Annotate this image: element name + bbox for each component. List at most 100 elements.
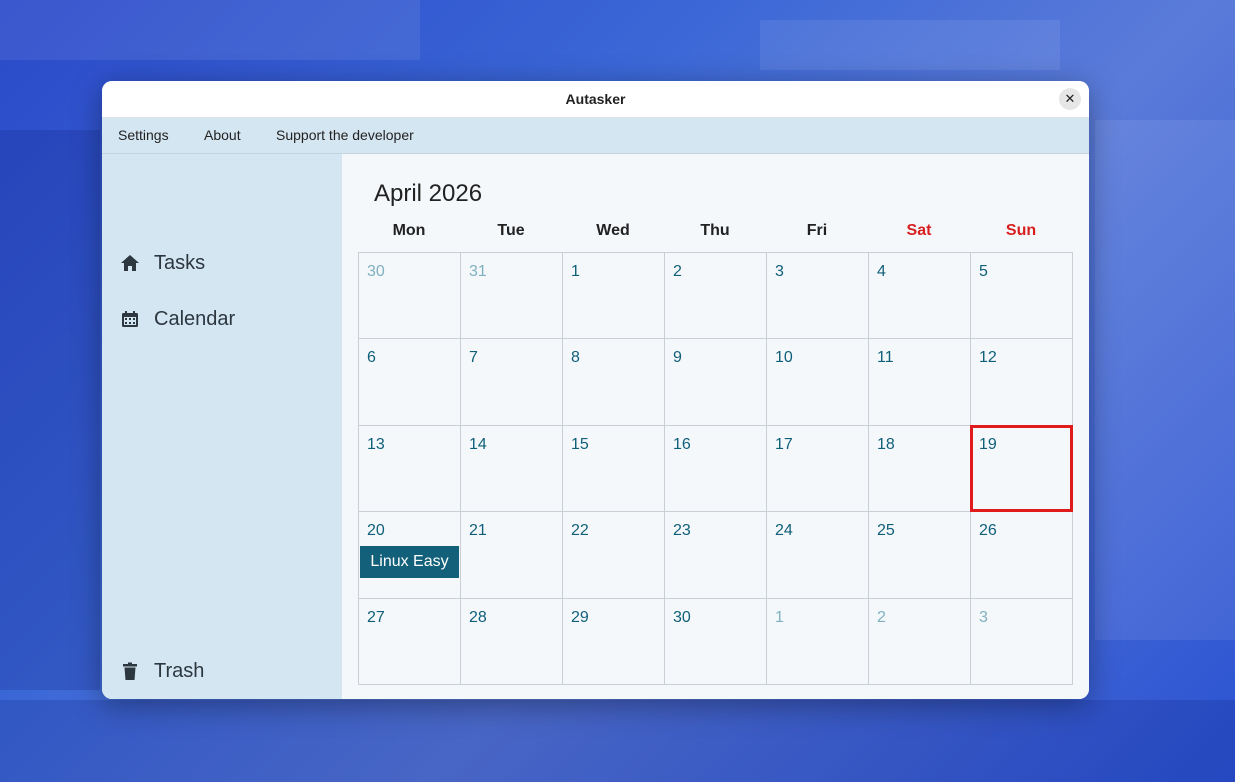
day-number: 2 bbox=[877, 608, 886, 626]
close-icon: ✕ bbox=[1064, 91, 1076, 106]
day-number: 25 bbox=[877, 522, 895, 540]
calendar-view: April 2026 Mon Tue Wed Thu Fri Sat Sun 30 31 1 2 3… bbox=[342, 154, 1089, 699]
calendar-day[interactable]: 25 bbox=[868, 511, 971, 599]
calendar-day[interactable]: 13 bbox=[358, 424, 461, 513]
task-event[interactable]: Linux Easy bbox=[360, 546, 459, 579]
day-number: 22 bbox=[571, 522, 589, 540]
calendar-day[interactable]: 6 bbox=[358, 338, 461, 426]
weekday-label: Tue bbox=[497, 222, 525, 239]
calendar-day[interactable]: 26 bbox=[970, 511, 1073, 599]
day-number: 31 bbox=[469, 263, 487, 280]
sidebar-item-calendar[interactable]: Calendar bbox=[120, 304, 235, 334]
sidebar-item-label: Calendar bbox=[154, 307, 236, 330]
day-number: 19 bbox=[979, 435, 997, 453]
day-number: 3 bbox=[979, 608, 988, 626]
calendar-day[interactable]: 10 bbox=[766, 338, 869, 426]
day-number: 21 bbox=[469, 522, 487, 540]
calendar-day[interactable]: 20 Linux Easy bbox=[358, 511, 461, 599]
sidebar-item-label: Tasks bbox=[154, 251, 206, 274]
weekday-label: Sun bbox=[1005, 222, 1037, 239]
day-number: 26 bbox=[979, 522, 997, 540]
day-number: 27 bbox=[367, 608, 385, 626]
calendar-day[interactable]: 16 bbox=[664, 424, 767, 513]
wallpaper-shape bbox=[0, 130, 100, 690]
day-number: 23 bbox=[673, 522, 691, 540]
sidebar-item-label: Trash bbox=[154, 659, 205, 682]
day-number: 13 bbox=[367, 435, 385, 453]
menu-settings[interactable]: Settings bbox=[118, 118, 169, 153]
day-number: 2 bbox=[673, 263, 682, 280]
wallpaper-shape bbox=[0, 700, 1235, 782]
calendar-day[interactable]: 23 bbox=[664, 511, 767, 599]
calendar-day[interactable]: 11 bbox=[868, 338, 971, 426]
window-title: Autasker bbox=[565, 91, 626, 107]
sidebar: Tasks Calendar Trash bbox=[102, 154, 342, 699]
menu-support-developer[interactable]: Support the developer bbox=[276, 118, 414, 153]
calendar-day[interactable]: 30 bbox=[358, 252, 461, 340]
calendar-day[interactable]: 17 bbox=[766, 424, 869, 513]
calendar-day[interactable]: 27 bbox=[358, 597, 461, 685]
day-number: 3 bbox=[775, 263, 784, 280]
calendar-day[interactable]: 2 bbox=[868, 597, 971, 685]
calendar-day[interactable]: 3 bbox=[766, 252, 869, 340]
weekday-label: Fri bbox=[806, 222, 828, 239]
calendar-day[interactable]: 15 bbox=[562, 424, 665, 513]
calendar-day-today[interactable]: 19 bbox=[970, 424, 1073, 513]
app-window: Autasker ✕ Settings About Support the de… bbox=[102, 81, 1089, 699]
month-title: April 2026 bbox=[374, 180, 483, 207]
day-number: 24 bbox=[775, 522, 793, 540]
day-number: 29 bbox=[571, 608, 589, 626]
trash-icon bbox=[123, 662, 137, 680]
home-icon bbox=[121, 255, 139, 271]
sidebar-item-tasks[interactable]: Tasks bbox=[120, 248, 205, 278]
weekday-label: Thu bbox=[700, 222, 730, 239]
weekday-label: Wed bbox=[596, 222, 630, 239]
day-number: 12 bbox=[979, 349, 997, 367]
calendar-day[interactable]: 21 bbox=[460, 511, 563, 599]
calendar-day[interactable]: 30 bbox=[664, 597, 767, 685]
calendar-day[interactable]: 1 bbox=[766, 597, 869, 685]
day-number: 1 bbox=[775, 608, 784, 626]
day-number: 14 bbox=[469, 435, 487, 453]
day-number: 7 bbox=[469, 349, 478, 367]
calendar-day[interactable]: 2 bbox=[664, 252, 767, 340]
wallpaper-shape bbox=[1095, 120, 1235, 640]
calendar-day[interactable]: 24 bbox=[766, 511, 869, 599]
calendar-day[interactable]: 31 bbox=[460, 252, 563, 340]
title-bar[interactable]: Autasker ✕ bbox=[102, 81, 1089, 118]
day-number: 30 bbox=[673, 608, 691, 626]
day-number: 20 bbox=[367, 522, 385, 540]
calendar-day[interactable]: 3 bbox=[970, 597, 1073, 685]
calendar-day[interactable]: 9 bbox=[664, 338, 767, 426]
calendar-grid: 30 31 1 2 3 4 5 6 7 8 9 10 11 12 13 14 15 16 17 18 19 20 Linux… bbox=[358, 252, 1073, 685]
calendar-day[interactable]: 29 bbox=[562, 597, 665, 685]
calendar-day[interactable]: 8 bbox=[562, 338, 665, 426]
calendar-day[interactable]: 12 bbox=[970, 338, 1073, 426]
calendar-day[interactable]: 18 bbox=[868, 424, 971, 513]
weekday-label: Mon bbox=[392, 222, 426, 239]
day-number: 9 bbox=[673, 349, 682, 367]
menu-bar: Settings About Support the developer bbox=[102, 118, 1089, 154]
day-number: 6 bbox=[367, 349, 376, 367]
sidebar-item-trash[interactable]: Trash bbox=[120, 656, 204, 686]
day-number: 11 bbox=[877, 349, 894, 367]
calendar-day[interactable]: 14 bbox=[460, 424, 563, 513]
wallpaper-shape bbox=[760, 20, 1060, 70]
day-number: 1 bbox=[571, 263, 580, 280]
day-number: 30 bbox=[367, 263, 385, 280]
calendar-day[interactable]: 1 bbox=[562, 252, 665, 340]
day-number: 4 bbox=[877, 263, 886, 280]
weekday-label: Sat bbox=[906, 222, 932, 239]
day-number: 15 bbox=[571, 435, 589, 453]
wallpaper-shape bbox=[0, 0, 420, 60]
calendar-day[interactable]: 28 bbox=[460, 597, 563, 685]
close-button[interactable]: ✕ bbox=[1059, 88, 1081, 110]
calendar-day[interactable]: 7 bbox=[460, 338, 563, 426]
calendar-day[interactable]: 4 bbox=[868, 252, 971, 340]
day-number: 17 bbox=[775, 435, 793, 453]
calendar-day[interactable]: 5 bbox=[970, 252, 1073, 340]
day-number: 28 bbox=[469, 608, 487, 626]
day-number: 5 bbox=[979, 263, 988, 280]
menu-about[interactable]: About bbox=[204, 118, 241, 153]
calendar-day[interactable]: 22 bbox=[562, 511, 665, 599]
